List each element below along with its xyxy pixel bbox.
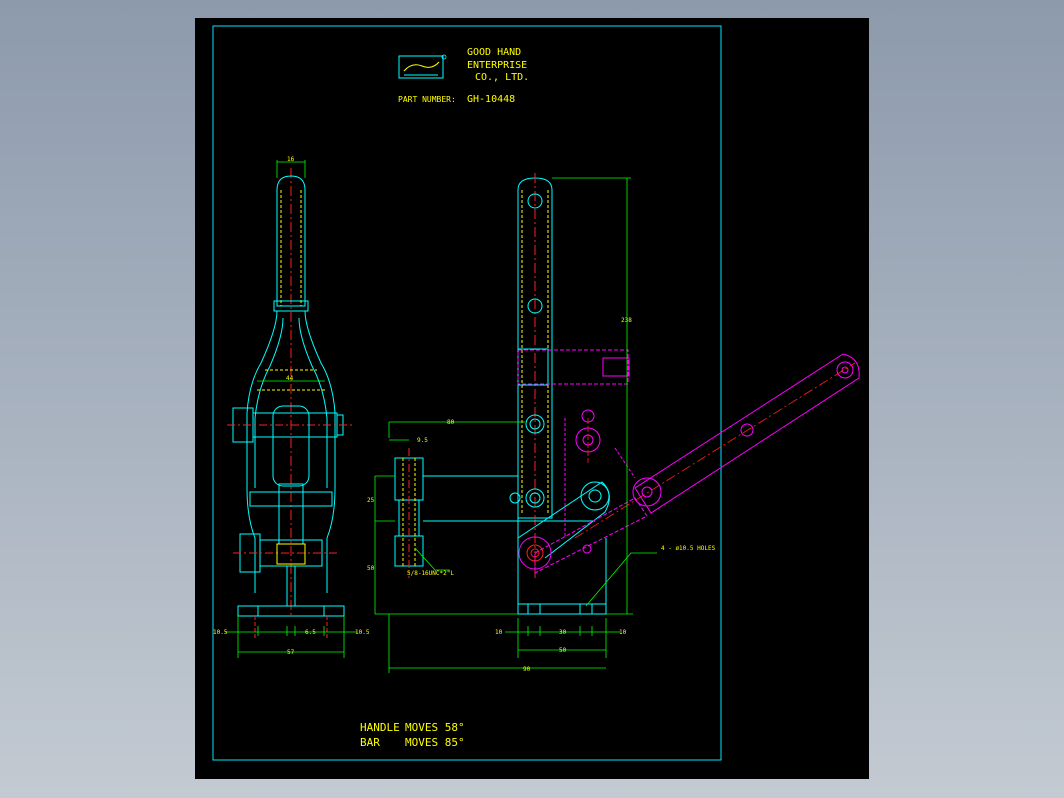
note-handle-moves: MOVES 58° [405,721,465,734]
dim-base-50: 50 [559,647,567,654]
dim-base-10-left: 10 [495,629,503,636]
dim-50-vert: 50 [367,565,375,572]
dim-center-offset: 6.5 [305,629,316,636]
clamp-drawing: GOOD HAND ENTERPRISE CO., LTD. PART NUMB… [212,25,860,761]
company-line-1: GOOD HAND [467,47,521,58]
dim-25: 25 [367,497,375,504]
small-hole [582,544,592,554]
logo [398,54,447,79]
front-view [227,168,355,638]
bolt-note: 5/8-16UNC*2"L [407,570,454,577]
company-line-3: CO., LTD. [475,72,529,83]
note-handle-label: HANDLE [360,721,400,734]
part-number: GH-10448 [467,94,515,105]
company-line-2: ENTERPRISE [467,60,527,71]
cl-alt-handle [574,362,856,539]
dim-80: 80 [447,419,455,426]
part-number-label: PART NUMBER: [398,95,456,104]
dim-base-width: 57 [287,649,295,656]
dim-right-offset: 10.5 [355,629,370,636]
dim-238: 238 [621,317,632,324]
note-bar-label: BAR [360,736,380,749]
dim-left-offset: 10.5 [213,629,228,636]
cad-viewport[interactable]: GOOD HAND ENTERPRISE CO., LTD. PART NUMB… [195,18,869,779]
dim-base-30: 30 [559,629,567,636]
dim-top-width: 16 [287,156,295,163]
side-view [394,173,610,615]
dim-overall-90: 90 [523,666,531,673]
holes-note: 4 - ø10.5 HOLES [661,545,716,552]
side-view-dimensions [374,177,657,673]
dim-9-5: 9.5 [417,437,428,444]
dim-mid-width: 44 [286,375,294,382]
dim-base-10-right: 10 [619,629,627,636]
note-bar-moves: MOVES 85° [405,736,465,749]
